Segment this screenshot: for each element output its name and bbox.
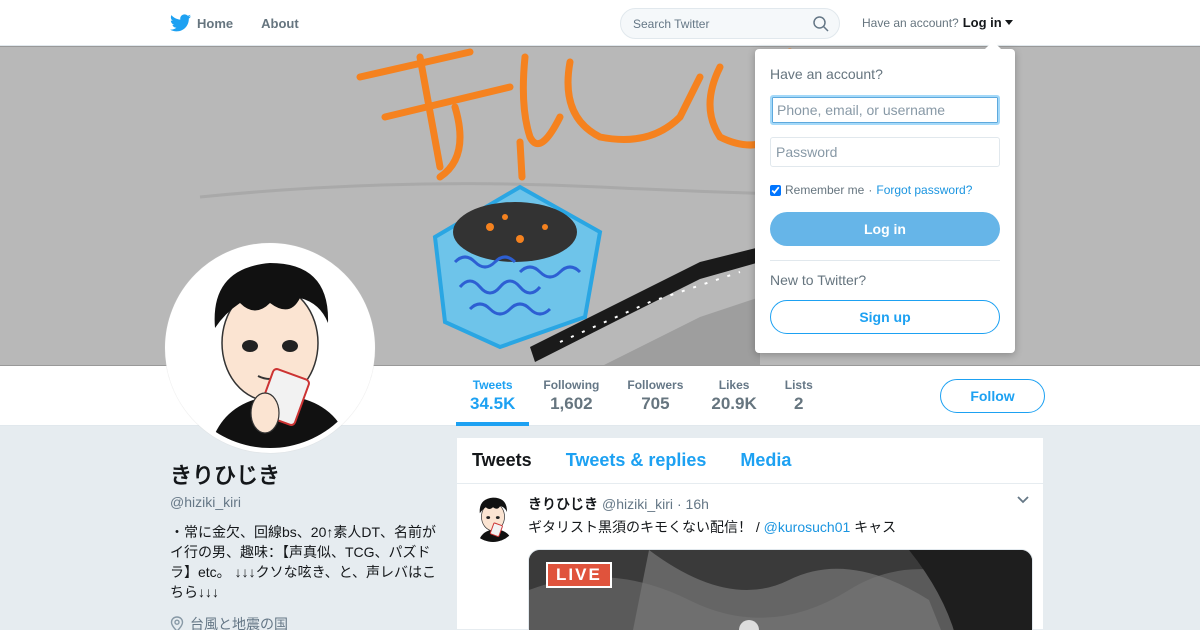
tab-tweets-replies[interactable]: Tweets & replies (566, 450, 707, 471)
new-to-twitter-text: New to Twitter? (770, 272, 867, 288)
stat-label: Tweets (472, 378, 513, 392)
stat-following[interactable]: Following 1,602 (529, 366, 613, 426)
search-box (620, 8, 840, 39)
login-dropdown-toggle[interactable]: Log in (963, 15, 1013, 30)
avatar-illustration (170, 248, 370, 448)
stat-label: Likes (718, 378, 750, 392)
forgot-password-link[interactable]: Forgot password? (876, 183, 972, 197)
tweet-author-handle[interactable]: @hiziki_kiri (602, 496, 673, 512)
password-input[interactable] (770, 137, 1000, 167)
nav-left: Home About (170, 0, 299, 46)
stat-label: Lists (784, 378, 813, 392)
account-area: Have an account? Log in (862, 15, 1013, 30)
profile-avatar[interactable] (165, 243, 375, 453)
profile-location: 台風と地震の国 (170, 614, 440, 630)
tab-tweets[interactable]: Tweets (472, 450, 532, 471)
stat-followers[interactable]: Followers 705 (613, 366, 697, 426)
location-text: 台風と地震の国 (190, 616, 288, 630)
timeline-tabs: Tweets Tweets & replies Media (457, 438, 1043, 484)
profile-handle[interactable]: @hiziki_kiri (170, 494, 440, 510)
search-input[interactable] (621, 9, 801, 38)
twitter-bird-icon (170, 14, 191, 32)
remember-me-label[interactable]: Remember me (785, 183, 864, 197)
login-dropdown-title: Have an account? (770, 66, 883, 82)
username-input[interactable] (770, 95, 1000, 125)
stat-value: 705 (641, 394, 670, 413)
stat-label: Followers (627, 378, 684, 392)
dropdown-divider (770, 260, 1000, 261)
profile-stats: Tweets 34.5K Following 1,602 Followers 7… (456, 366, 827, 426)
login-dropdown: Have an account? Remember me · Forgot pa… (755, 41, 1015, 353)
tweet-text: ギタリスト黒須のキモくない配信！ / @kurosuch01 キャス (528, 517, 1028, 537)
tweet-header: きりひじき @hiziki_kiri · 16h (528, 494, 1028, 514)
remember-separator: · (868, 183, 873, 197)
timeline: Tweets Tweets & replies Media きりひじき @hiz… (456, 437, 1044, 630)
stat-lists[interactable]: Lists 2 (771, 366, 827, 426)
nav-about-label: About (261, 15, 299, 31)
tweet-text-after: キャス (850, 519, 897, 535)
top-navigation: Home About Have an account? Log in (0, 0, 1200, 46)
location-pin-icon (170, 616, 184, 630)
stat-likes[interactable]: Likes 20.9K (697, 366, 770, 426)
profile-name[interactable]: きりひじき (170, 458, 440, 490)
chevron-down-icon[interactable] (1017, 496, 1029, 504)
stat-tweets[interactable]: Tweets 34.5K (456, 366, 530, 426)
remember-me-checkbox[interactable] (770, 184, 781, 196)
tweet-text-before: ギタリスト黒須のキモくない配信！ / (528, 519, 764, 535)
tweet-body: きりひじき @hiziki_kiri · 16h ギタリスト黒須のキモくない配信… (528, 494, 1033, 630)
search-icon[interactable] (813, 16, 829, 32)
remember-me-row: Remember me · Forgot password? (770, 183, 972, 197)
tweet-avatar-illustration (469, 494, 517, 542)
profile-bio: ・常に金欠、回線bs、20↑素人DT、名前がイ行の男、趣味：【声真似、TCG、パ… (170, 524, 437, 600)
nav-home-label: Home (197, 15, 234, 31)
stat-value: 2 (794, 394, 804, 413)
live-badge: LIVE (546, 562, 612, 588)
tweet-media-card[interactable]: LIVE (528, 549, 1033, 630)
stat-value: 1,602 (550, 394, 593, 413)
stat-label: Following (543, 378, 600, 392)
stat-value: 34.5K (470, 394, 516, 413)
nav-about[interactable]: About (261, 16, 299, 31)
tweet-avatar[interactable] (469, 494, 517, 542)
login-submit-button[interactable]: Log in (770, 212, 1000, 246)
follow-button[interactable]: Follow (940, 379, 1045, 413)
stat-value: 20.9K (711, 394, 757, 413)
profile-card: きりひじき @hiziki_kiri ・常に金欠、回線bs、20↑素人DT、名前… (170, 458, 440, 630)
tweet-author-name[interactable]: きりひじき (528, 494, 598, 514)
have-account-text: Have an account? (862, 15, 959, 30)
signup-button[interactable]: Sign up (770, 300, 1000, 334)
tweet-mention-link[interactable]: @kurosuch01 (764, 519, 851, 535)
caret-down-icon (1004, 20, 1013, 25)
tab-media[interactable]: Media (740, 450, 791, 471)
nav-home[interactable]: Home (170, 14, 233, 32)
tweet-timestamp[interactable]: · 16h (677, 496, 709, 512)
tweet-item[interactable]: きりひじき @hiziki_kiri · 16h ギタリスト黒須のキモくない配信… (457, 484, 1043, 630)
login-toggle-label: Log in (962, 15, 1002, 30)
